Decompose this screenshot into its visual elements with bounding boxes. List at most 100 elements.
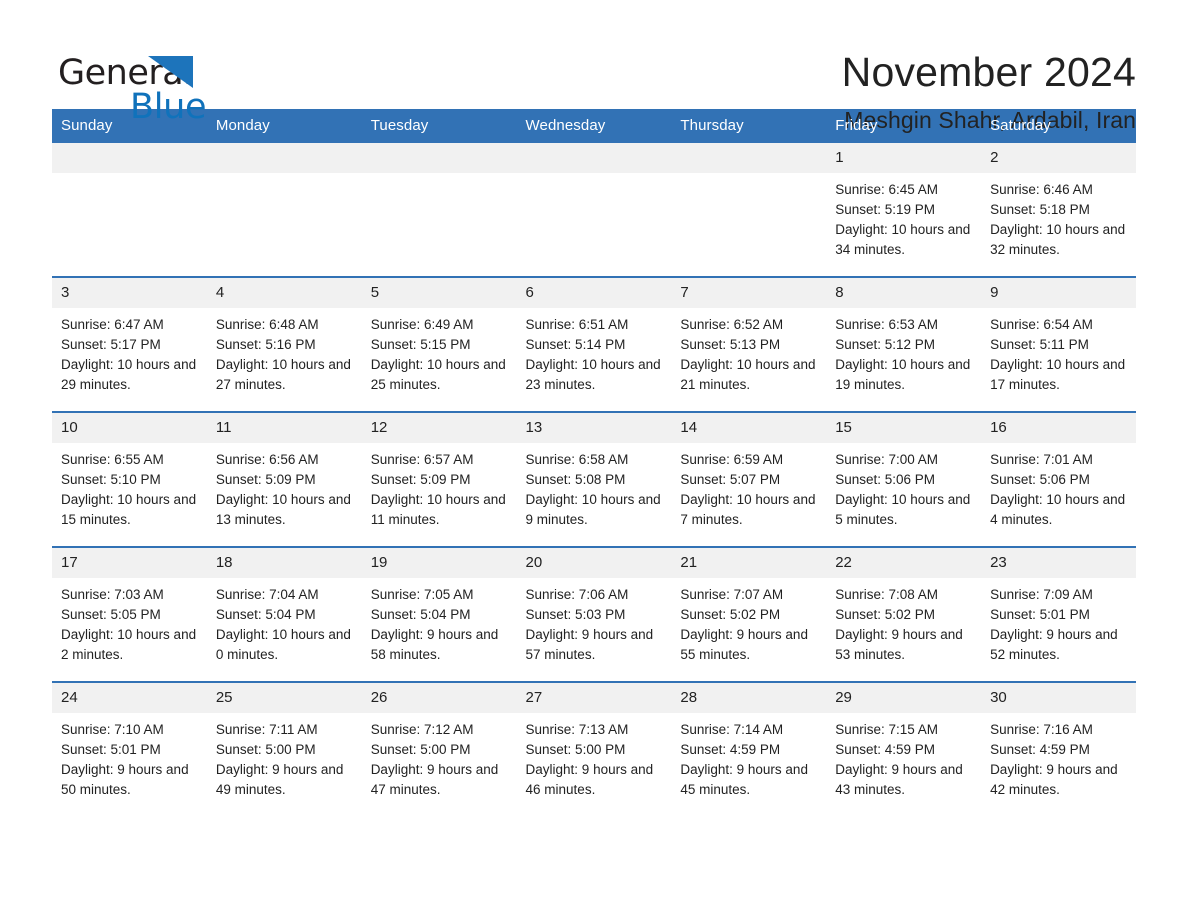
day-details: Sunrise: 6:48 AM Sunset: 5:16 PM Daylight:… (207, 308, 362, 395)
day-details: Sunrise: 7:05 AM Sunset: 5:04 PM Daylight:… (362, 578, 517, 665)
day-cell[interactable]: 6 Sunrise: 6:51 AM Sunset: 5:14 PM Daylight… (516, 278, 672, 411)
day-cell[interactable]: 17 Sunrise: 7:03 AM Sunset: 5:05 PM Dayligh… (52, 548, 207, 681)
day-details: Sunrise: 6:59 AM Sunset: 5:07 PM Daylight:… (671, 443, 826, 530)
logo-text-blue: Blue (130, 87, 207, 127)
day-cell[interactable]: 3 Sunrise: 6:47 AM Sunset: 5:17 PM Daylight… (52, 278, 207, 411)
day-cell[interactable]: 5 Sunrise: 6:49 AM Sunset: 5:15 PM Daylight… (361, 278, 517, 411)
day-number: 16 (981, 413, 1136, 443)
day-number: 22 (826, 548, 982, 578)
day-number: 6 (516, 278, 672, 308)
sunset-text: Sunset: 5:01 PM (61, 742, 161, 757)
day-cell[interactable]: 8 Sunrise: 6:53 AM Sunset: 5:12 PM Daylight… (826, 278, 982, 411)
day-cell[interactable]: 16 Sunrise: 7:01 AM Sunset: 5:06 PM Dayligh… (981, 413, 1136, 546)
sunset-text: Sunset: 5:17 PM (61, 337, 161, 352)
sunset-text: Sunset: 5:07 PM (680, 472, 781, 487)
day-cell[interactable]: 2 Sunrise: 6:46 AM Sunset: 5:18 PM Daylight… (981, 143, 1136, 276)
page-header: General Blue November 2024 Meshgin Shahr… (52, 0, 1136, 133)
sunset-text: Sunset: 5:11 PM (990, 337, 1089, 352)
day-details: Sunrise: 6:58 AM Sunset: 5:08 PM Daylight:… (517, 443, 672, 530)
day-cell[interactable]: 15 Sunrise: 7:00 AM Sunset: 5:06 PM Dayligh… (826, 413, 982, 546)
day-cell[interactable]: 25 Sunrise: 7:11 AM Sunset: 5:00 PM Dayligh… (206, 683, 362, 816)
day-cell[interactable]: 12 Sunrise: 6:57 AM Sunset: 5:09 PM Dayligh… (361, 413, 517, 546)
sunset-text: Sunset: 5:16 PM (215, 337, 316, 352)
day-cell[interactable]: 29 Sunrise: 7:15 AM Sunset: 4:59 PM Dayligh… (826, 683, 982, 816)
daylight-text: Daylight: 10 hours and 23 minutes. (525, 357, 661, 392)
daylight-text: Daylight: 9 hours and 49 minutes. (215, 762, 344, 797)
day-cell[interactable]: 24 Sunrise: 7:10 AM Sunset: 5:01 PM Dayligh… (52, 683, 207, 816)
day-details: Sunrise: 6:56 AM Sunset: 5:09 PM Daylight:… (207, 443, 362, 530)
sunrise-text: Sunrise: 6:56 AM (215, 452, 319, 467)
daylight-text: Daylight: 10 hours and 27 minutes. (215, 357, 351, 392)
day-cell[interactable]: 4 Sunrise: 6:48 AM Sunset: 5:16 PM Daylight… (206, 278, 362, 411)
day-number: 19 (361, 548, 517, 578)
day-details: Sunrise: 6:47 AM Sunset: 5:17 PM Daylight:… (52, 308, 207, 395)
sunset-text: Sunset: 5:00 PM (525, 742, 626, 757)
daylight-text: Daylight: 10 hours and 0 minutes. (215, 627, 351, 662)
sunrise-text: Sunrise: 7:08 AM (835, 587, 939, 602)
sunrise-text: Sunrise: 7:09 AM (990, 587, 1093, 602)
daylight-text: Daylight: 9 hours and 55 minutes. (680, 627, 808, 662)
day-cell[interactable]: 11 Sunrise: 6:56 AM Sunset: 5:09 PM Dayligh… (206, 413, 362, 546)
day-cell[interactable]: 7 Sunrise: 6:52 AM Sunset: 5:13 PM Daylight… (671, 278, 827, 411)
daylight-text: Daylight: 10 hours and 4 minutes. (990, 492, 1126, 527)
day-number: 14 (671, 413, 827, 443)
daylight-text: Daylight: 10 hours and 13 minutes. (215, 492, 351, 527)
generalblue-logo[interactable]: General Blue (52, 46, 252, 127)
page-title: November 2024 (841, 49, 1136, 95)
day-details: Sunrise: 7:03 AM Sunset: 5:05 PM Daylight:… (52, 578, 207, 665)
sunset-text: Sunset: 5:08 PM (525, 472, 626, 487)
day-cell[interactable]: 10 Sunrise: 6:55 AM Sunset: 5:10 PM Dayligh… (52, 413, 207, 546)
day-details: Sunrise: 7:10 AM Sunset: 5:01 PM Daylight:… (52, 713, 207, 800)
day-cell[interactable]: 9 Sunrise: 6:54 AM Sunset: 5:11 PM Daylight… (981, 278, 1136, 411)
day-number: 8 (826, 278, 982, 308)
sunrise-text: Sunrise: 7:10 AM (61, 722, 164, 737)
day-number: 11 (206, 413, 362, 443)
day-details: Sunrise: 7:13 AM Sunset: 5:00 PM Daylight:… (517, 713, 672, 800)
day-details: Sunrise: 7:15 AM Sunset: 4:59 PM Daylight:… (826, 713, 981, 800)
sunset-text: Sunset: 5:05 PM (61, 607, 161, 622)
day-cell[interactable]: 27 Sunrise: 7:13 AM Sunset: 5:00 PM Dayligh… (516, 683, 672, 816)
sunrise-text: Sunrise: 7:03 AM (61, 587, 164, 602)
day-cell[interactable]: 21 Sunrise: 7:07 AM Sunset: 5:02 PM Dayligh… (671, 548, 827, 681)
day-cell[interactable]: 19 Sunrise: 7:05 AM Sunset: 5:04 PM Dayligh… (361, 548, 517, 681)
logo-triangle-icon (148, 56, 193, 88)
day-details: Sunrise: 6:46 AM Sunset: 5:18 PM Daylight:… (981, 173, 1136, 260)
sunset-text: Sunset: 5:03 PM (525, 607, 626, 622)
sunset-text: Sunset: 5:18 PM (990, 202, 1090, 217)
day-cell[interactable]: 28 Sunrise: 7:14 AM Sunset: 4:59 PM Dayligh… (671, 683, 827, 816)
day-number: 21 (671, 548, 827, 578)
day-cell[interactable]: 26 Sunrise: 7:12 AM Sunset: 5:00 PM Dayligh… (361, 683, 517, 816)
daylight-text: Daylight: 9 hours and 57 minutes. (525, 627, 654, 662)
sunset-text: Sunset: 5:01 PM (990, 607, 1090, 622)
sunset-text: Sunset: 5:19 PM (835, 202, 936, 217)
day-details: Sunrise: 6:51 AM Sunset: 5:14 PM Daylight:… (517, 308, 672, 395)
day-number: 30 (981, 683, 1136, 713)
sunset-text: Sunset: 5:00 PM (370, 742, 471, 757)
day-details: Sunrise: 7:01 AM Sunset: 5:06 PM Daylight:… (981, 443, 1136, 530)
sunset-text: Sunset: 4:59 PM (680, 742, 781, 757)
sunset-text: Sunset: 5:04 PM (215, 607, 316, 622)
day-cell[interactable]: 1 Sunrise: 6:45 AM Sunset: 5:19 PM Daylight… (826, 143, 982, 276)
sunset-text: Sunset: 4:59 PM (990, 742, 1090, 757)
day-number: 25 (206, 683, 362, 713)
sunrise-text: Sunrise: 6:49 AM (370, 317, 474, 332)
day-number: 3 (52, 278, 207, 308)
day-cell[interactable]: 20 Sunrise: 7:06 AM Sunset: 5:03 PM Dayligh… (516, 548, 672, 681)
sunset-text: Sunset: 5:02 PM (835, 607, 936, 622)
day-cell[interactable]: 13 Sunrise: 6:58 AM Sunset: 5:08 PM Dayligh… (516, 413, 672, 546)
day-details: Sunrise: 7:07 AM Sunset: 5:02 PM Daylight:… (671, 578, 826, 665)
day-details: Sunrise: 6:53 AM Sunset: 5:12 PM Daylight:… (826, 308, 981, 395)
day-cell[interactable]: 22 Sunrise: 7:08 AM Sunset: 5:02 PM Dayligh… (826, 548, 982, 681)
day-number (671, 143, 827, 173)
sunrise-text: Sunrise: 6:52 AM (680, 317, 784, 332)
day-cell[interactable]: 14 Sunrise: 6:59 AM Sunset: 5:07 PM Dayligh… (671, 413, 827, 546)
day-number: 18 (206, 548, 362, 578)
day-cell[interactable]: 30 Sunrise: 7:16 AM Sunset: 4:59 PM Dayligh… (981, 683, 1136, 816)
day-cell[interactable]: 23 Sunrise: 7:09 AM Sunset: 5:01 PM Dayligh… (981, 548, 1136, 681)
daylight-text: Daylight: 9 hours and 45 minutes. (680, 762, 808, 797)
day-cell[interactable]: 18 Sunrise: 7:04 AM Sunset: 5:04 PM Dayligh… (206, 548, 362, 681)
day-number: 28 (671, 683, 827, 713)
daylight-text: Daylight: 10 hours and 32 minutes. (990, 222, 1126, 257)
daylight-text: Daylight: 10 hours and 15 minutes. (61, 492, 197, 527)
calendar-week-row: 1 Sunrise: 6:45 AM Sunset: 5:19 PM Daylight… (52, 143, 1136, 277)
